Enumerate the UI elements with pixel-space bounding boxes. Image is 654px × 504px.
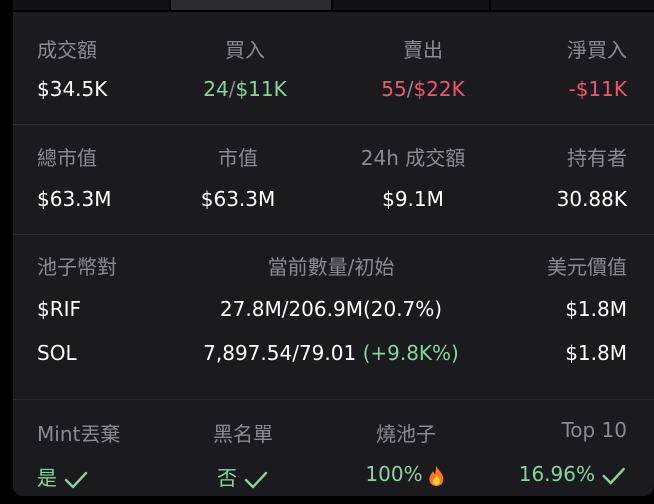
pool-amount-text: 27.8M/206.9M(20.7%) <box>219 297 443 321</box>
blacklist-label: 黑名單 <box>213 422 273 446</box>
check-icon <box>64 471 88 488</box>
buy-amount: $11K <box>235 77 287 101</box>
mint-status-text: 是 <box>37 466 57 490</box>
pool-row-amount: 27.8M/206.9M(20.7%) <box>220 297 442 321</box>
pool-row-token: $RIF <box>37 297 82 321</box>
total-mcap-value: $63.3M <box>37 187 112 211</box>
pool-row-usd: $1.8M <box>565 297 627 321</box>
trade-stats-section: 成交額 買入 賣出 淨買入 $34.5K 24/$11K 55/$22K -$1… <box>13 12 654 124</box>
tab-segment-mid[interactable] <box>333 0 489 10</box>
mcap-label: 市值 <box>218 146 258 170</box>
burn-status-text: 100% <box>365 462 423 486</box>
token-info-panel: 成交額 買入 賣出 淨買入 $34.5K 24/$11K 55/$22K -$1… <box>13 12 654 496</box>
tab-segment-active[interactable] <box>171 0 331 10</box>
burn-label: 燒池子 <box>376 422 436 446</box>
sell-label: 賣出 <box>403 38 443 62</box>
blacklist-status-text: 否 <box>217 466 237 490</box>
volume-24h-label: 24h 成交額 <box>360 146 466 170</box>
pool-section: 池子幣對 當前數量/初始 美元價值 $RIF 27.8M/206.9M(20.7… <box>13 235 654 399</box>
net-buy-value: -$11K <box>568 77 627 101</box>
check-icon <box>244 471 268 488</box>
mint-value: 是 <box>37 462 89 491</box>
fire-icon <box>429 465 444 486</box>
pool-amount-text: 7,897.54/79.01 <box>203 341 363 365</box>
sell-value: 55/$22K <box>381 77 465 101</box>
top10-status-text: 16.96% <box>518 462 595 486</box>
pool-row-amount: 7,897.54/79.01 (+9.8K%) <box>203 341 459 365</box>
pool-row-token: SOL <box>37 341 77 365</box>
market-section: 總市值 市值 24h 成交額 持有者 $63.3M $63.3M $9.1M 3… <box>13 125 654 234</box>
buy-value: 24/$11K <box>203 77 287 101</box>
top10-value: 16.96% <box>519 462 627 486</box>
holders-value: 30.88K <box>556 187 627 211</box>
pool-amount-label: 當前數量/初始 <box>267 255 395 279</box>
total-mcap-label: 總市值 <box>37 146 97 170</box>
volume-value: $34.5K <box>37 77 108 101</box>
holders-label: 持有者 <box>567 146 627 170</box>
tab-segment-left[interactable] <box>13 0 169 10</box>
security-section: Mint丟棄 黑名單 燒池子 Top 10 是 否 100% 16.96% <box>13 400 654 496</box>
buy-count: 24 <box>203 77 229 101</box>
tab-segment-right[interactable] <box>491 0 654 10</box>
buy-label: 買入 <box>225 38 265 62</box>
volume-24h-value: $9.1M <box>382 187 444 211</box>
burn-value: 100% <box>365 462 446 487</box>
pool-amount-change: (+9.8K%) <box>362 341 459 365</box>
top-tab-strip <box>0 0 654 12</box>
volume-label: 成交額 <box>37 38 97 62</box>
check-icon <box>602 467 626 484</box>
blacklist-value: 否 <box>217 462 269 491</box>
top10-label: Top 10 <box>561 418 627 442</box>
net-buy-label: 淨買入 <box>567 38 627 62</box>
pool-pair-label: 池子幣對 <box>37 255 117 279</box>
mint-label: Mint丟棄 <box>37 422 121 446</box>
mcap-value: $63.3M <box>200 187 276 211</box>
pool-usd-label: 美元價值 <box>547 255 627 279</box>
sell-amount: $22K <box>413 77 465 101</box>
sell-count: 55 <box>381 77 407 101</box>
pool-row-usd: $1.8M <box>565 341 627 365</box>
